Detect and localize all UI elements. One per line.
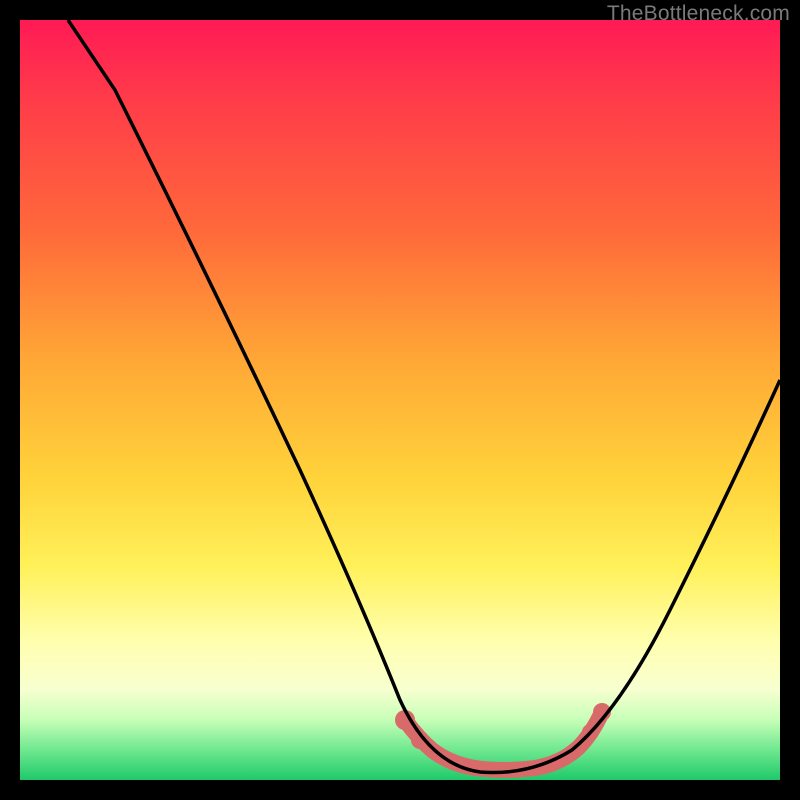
chart-stage: TheBottleneck.com bbox=[0, 0, 800, 800]
curve-overlay bbox=[20, 20, 780, 780]
plot-area bbox=[20, 20, 780, 780]
bottleneck-curve bbox=[68, 20, 780, 773]
optimal-region-highlight bbox=[405, 712, 602, 770]
